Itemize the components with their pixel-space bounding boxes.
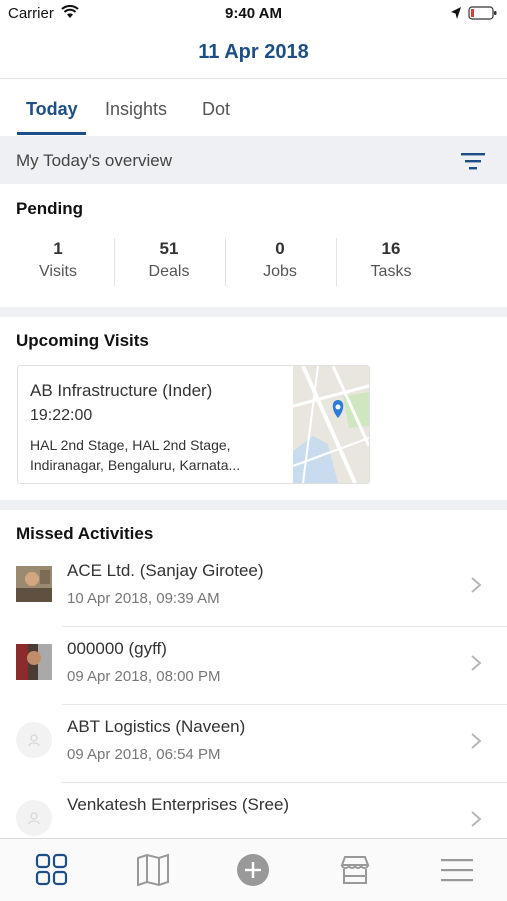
activity-time: 10 Apr 2018, 09:39 AM xyxy=(67,590,220,607)
stat-value: 16 xyxy=(381,239,401,258)
filter-icon[interactable] xyxy=(461,151,485,171)
map-thumbnail[interactable] xyxy=(293,366,369,483)
user-placeholder-icon xyxy=(28,812,40,825)
chevron-right-icon xyxy=(471,655,482,671)
overview-label: My Today's overview xyxy=(16,151,172,170)
stat-value: 0 xyxy=(275,239,285,258)
chevron-right-icon xyxy=(471,811,482,827)
clock: 9:40 AM xyxy=(225,5,282,22)
avatar-photo-icon xyxy=(16,644,52,680)
activity-time: 09 Apr 2018, 06:54 PM xyxy=(67,746,221,763)
avatar-placeholder xyxy=(16,800,52,836)
avatar-photo-icon xyxy=(16,566,52,602)
stat-label: Jobs xyxy=(263,263,297,280)
bottom-nav xyxy=(0,838,507,901)
stat-jobs[interactable]: 0 Jobs xyxy=(224,232,336,292)
section-separator xyxy=(0,500,507,510)
stat-tasks[interactable]: 16 Tasks xyxy=(335,232,447,292)
stat-value: 51 xyxy=(159,239,179,258)
activity-row[interactable]: ABT Logistics (Naveen) 09 Apr 2018, 06:5… xyxy=(0,705,507,783)
store-icon[interactable] xyxy=(337,853,373,887)
tab-dot[interactable]: Dot xyxy=(202,99,230,120)
map-icon[interactable] xyxy=(135,853,171,887)
tab-bar: Today Insights Dot xyxy=(0,80,507,136)
location-arrow-icon xyxy=(451,7,461,19)
activity-title: ABT Logistics (Naveen) xyxy=(67,717,246,736)
stat-deals[interactable]: 51 Deals xyxy=(113,232,225,292)
chevron-right-icon xyxy=(471,577,482,593)
activity-row[interactable]: 000000 (gyff) 09 Apr 2018, 08:00 PM xyxy=(0,627,507,705)
missed-activities-title: Missed Activities xyxy=(16,524,154,543)
visit-name: AB Infrastructure (Inder) xyxy=(30,381,213,400)
add-icon[interactable] xyxy=(235,853,271,887)
visit-address-line1: HAL 2nd Stage, HAL 2nd Stage, xyxy=(30,437,231,453)
pending-stats: 1 Visits 51 Deals 0 Jobs 16 Tasks xyxy=(0,232,507,292)
battery-icon xyxy=(468,6,497,20)
avatar xyxy=(16,566,52,602)
active-tab-indicator xyxy=(17,132,86,135)
header-date[interactable]: 11 Apr 2018 xyxy=(198,41,308,64)
stat-label: Visits xyxy=(39,263,77,280)
activity-title: 000000 (gyff) xyxy=(67,639,167,658)
visit-address: HAL 2nd Stage, HAL 2nd Stage, Indiranaga… xyxy=(30,435,292,475)
visit-address-line2: Indiranagar, Bengaluru, Karnata... xyxy=(30,457,241,473)
pending-title: Pending xyxy=(16,199,84,218)
section-separator xyxy=(0,307,507,317)
visit-card[interactable]: AB Infrastructure (Inder) 19:22:00 HAL 2… xyxy=(17,365,370,484)
stat-value: 1 xyxy=(53,239,63,258)
activity-title: Venkatesh Enterprises (Sree) xyxy=(67,795,290,814)
activity-time: 09 Apr 2018, 08:00 PM xyxy=(67,668,221,685)
stat-visits[interactable]: 1 Visits xyxy=(2,232,114,292)
tab-today[interactable]: Today xyxy=(26,99,78,120)
user-placeholder-icon xyxy=(28,734,40,747)
status-bar: Carrier 9:40 AM xyxy=(0,0,507,28)
stat-label: Deals xyxy=(148,263,190,280)
overview-bar: My Today's overview xyxy=(0,136,507,184)
activity-row[interactable]: ACE Ltd. (Sanjay Girotee) 10 Apr 2018, 0… xyxy=(0,549,507,627)
grid-icon[interactable] xyxy=(34,853,70,887)
upcoming-visits-title: Upcoming Visits xyxy=(16,331,149,350)
visit-time: 19:22:00 xyxy=(30,407,93,424)
avatar-placeholder xyxy=(16,722,52,758)
stat-label: Tasks xyxy=(370,263,412,280)
menu-icon[interactable] xyxy=(439,853,475,887)
avatar xyxy=(16,644,52,680)
activity-title: ACE Ltd. (Sanjay Girotee) xyxy=(67,561,264,580)
chevron-right-icon xyxy=(471,733,482,749)
app-header: 11 Apr 2018 xyxy=(0,28,507,79)
tab-insights[interactable]: Insights xyxy=(105,99,167,120)
